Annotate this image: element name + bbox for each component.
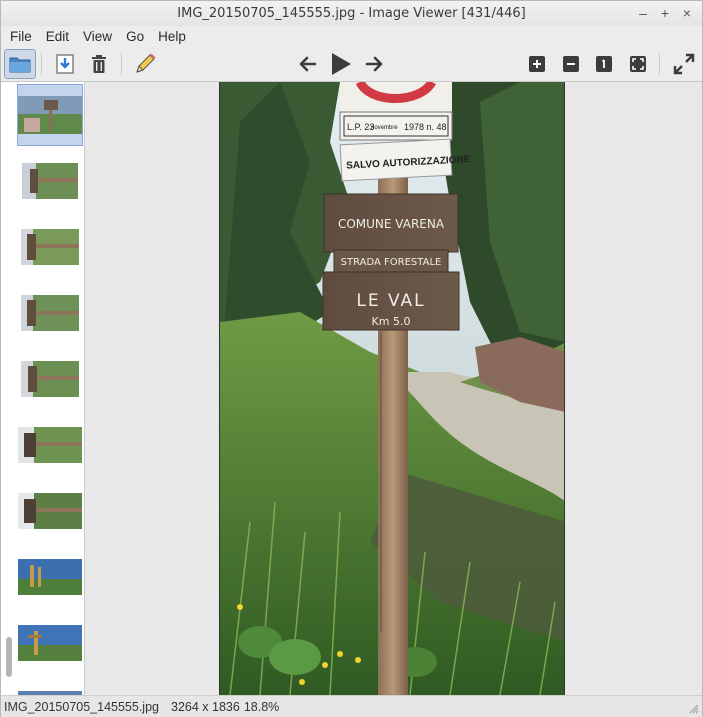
status-dimensions: 3264 x 1836 [171,699,240,714]
title-bar[interactable]: IMG_20150705_145555.jpg - Image Viewer [… [1,1,702,26]
thumbnail-item[interactable] [17,414,83,476]
menu-bar: File Edit View Go Help [1,26,702,47]
original-size-button[interactable] [588,49,620,79]
thumbnail-item[interactable] [17,282,83,344]
sign-line-2: STRADA FORESTALE [341,257,442,268]
thumbnail-scrollbar[interactable] [3,82,15,695]
menu-edit[interactable]: Edit [39,29,76,44]
menu-help[interactable]: Help [151,29,193,44]
save-button[interactable] [49,49,81,79]
delete-button[interactable] [83,49,115,79]
close-icon[interactable]: × [678,4,696,22]
fullscreen-icon [673,53,695,75]
play-icon [332,53,351,75]
menu-view[interactable]: View [76,29,119,44]
thumbnail-item[interactable] [17,678,83,695]
zoom-out-icon [563,56,579,72]
thumbnail-item[interactable] [17,348,83,410]
sign-decree-mid: novembre [371,125,398,131]
minimize-icon[interactable]: – [634,4,652,22]
sign-line-4: Km 5.0 [372,315,411,328]
status-bar: IMG_20150705_145555.jpg 3264 x 1836 18.8… [1,695,702,717]
thumbnail-item[interactable] [17,546,83,608]
fit-button[interactable] [622,49,654,79]
fullscreen-button[interactable] [668,49,700,79]
status-filename: IMG_20150705_145555.jpg [4,699,159,714]
arrow-right-icon [365,56,383,72]
thumbnail-item[interactable] [17,150,83,212]
sign-line-1: COMUNE VARENA [338,217,445,231]
displayed-photo[interactable]: L.P. 23 novembre 1978 n. 48 SALVO AUTORI… [219,82,565,695]
thumbnail-item[interactable] [17,612,83,674]
folder-icon [9,57,31,73]
menu-file[interactable]: File [3,29,39,44]
zoom-out-button[interactable] [555,49,587,79]
main-content: L.P. 23 novembre 1978 n. 48 SALVO AUTORI… [1,81,702,695]
menu-go[interactable]: Go [119,29,151,44]
edit-button[interactable] [129,49,161,79]
sign-line-3: LE VAL [356,291,425,311]
image-viewer-window: IMG_20150705_145555.jpg - Image Viewer [… [0,0,703,717]
zoom-in-icon [529,56,545,72]
original-size-icon [596,56,612,72]
slideshow-button[interactable] [325,49,357,79]
image-view-area[interactable]: L.P. 23 novembre 1978 n. 48 SALVO AUTORI… [86,82,702,695]
fit-window-icon [630,56,646,72]
thumbnail-item[interactable] [17,216,83,278]
thumbnail-item[interactable] [17,84,83,146]
status-zoom: 18.8% [243,699,280,714]
open-folder-button[interactable] [4,49,36,79]
thumbnail-item[interactable] [17,480,83,542]
zoom-in-button[interactable] [521,49,553,79]
toolbar [1,47,702,81]
save-icon [56,54,74,74]
resize-grip-icon[interactable] [689,704,699,714]
sign-decree-right: 1978 n. 48 [404,122,447,132]
scrollbar-handle[interactable] [6,637,12,677]
window-title: IMG_20150705_145555.jpg - Image Viewer [… [177,6,526,21]
trash-icon [92,55,106,73]
pencil-icon [136,53,156,73]
maximize-icon[interactable]: + [656,4,674,22]
arrow-left-icon [299,56,317,72]
next-button[interactable] [358,49,390,79]
previous-button[interactable] [292,49,324,79]
thumbnail-strip[interactable] [1,82,85,695]
